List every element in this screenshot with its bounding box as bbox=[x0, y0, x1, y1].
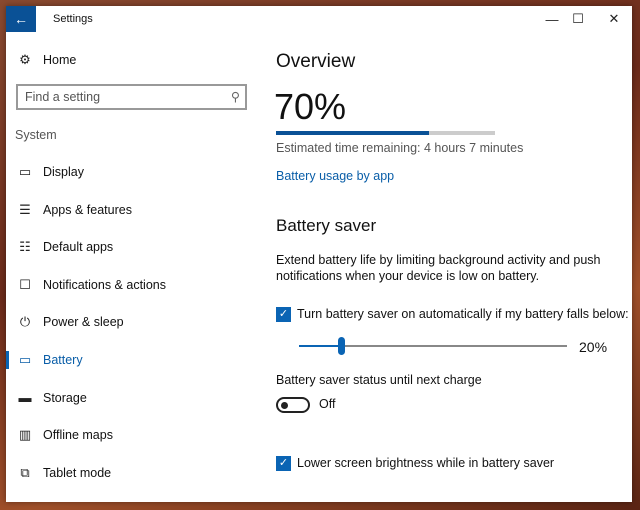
battery-level-bar bbox=[276, 131, 495, 135]
checkmark-icon: ✓ bbox=[278, 457, 289, 469]
list-icon: ☰ bbox=[19, 201, 31, 217]
brightness-checkbox[interactable]: ✓ bbox=[276, 456, 291, 471]
map-icon: ▥ bbox=[18, 427, 32, 443]
settings-window: ← Settings — ☐ ✕ ⚙ Home Find a setting ⚲… bbox=[6, 6, 632, 502]
sidebar-item-notifications-actions[interactable]: ☐ Notifications & actions bbox=[6, 270, 256, 300]
back-button[interactable]: ← bbox=[6, 6, 36, 32]
search-icon: ⚲ bbox=[230, 90, 240, 104]
sidebar-item-label: Power & sleep bbox=[43, 315, 124, 330]
sidebar-item-offline-maps[interactable]: ▥ Offline maps bbox=[6, 420, 256, 450]
sidebar-item-battery[interactable]: ▭ Battery bbox=[6, 345, 256, 375]
sidebar-item-label: Notifications & actions bbox=[43, 277, 166, 292]
section-heading: System bbox=[15, 128, 57, 142]
sidebar-item-label: Apps & features bbox=[43, 202, 132, 217]
brightness-label: Lower screen brightness while in battery… bbox=[297, 456, 555, 470]
power-icon: ⏻ bbox=[19, 314, 31, 330]
sidebar-item-tablet-mode[interactable]: ⧉ Tablet mode bbox=[6, 458, 256, 488]
saver-description-line1: Extend battery life by limiting backgrou… bbox=[276, 253, 601, 267]
time-remaining: Estimated time remaining: 4 hours 7 minu… bbox=[276, 141, 524, 155]
sidebar-item-label: Tablet mode bbox=[43, 465, 112, 480]
default-apps-icon: ☷ bbox=[19, 239, 31, 255]
storage-icon: ▬ bbox=[18, 390, 32, 406]
battery-icon: ▭ bbox=[18, 352, 32, 367]
search-placeholder: Find a setting bbox=[25, 90, 101, 104]
overview-title: Overview bbox=[276, 51, 356, 72]
sidebar-home[interactable]: ⚙ Home bbox=[6, 45, 256, 75]
battery-percent: 70% bbox=[274, 86, 347, 127]
battery-level-fill bbox=[276, 131, 430, 135]
slider-fill bbox=[299, 345, 342, 347]
slider-thumb[interactable] bbox=[338, 337, 346, 355]
sidebar-item-display[interactable]: ▭ Display bbox=[6, 157, 256, 187]
gear-icon: ⚙ bbox=[19, 52, 31, 67]
sidebar-item-default-apps[interactable]: ☷ Default apps bbox=[6, 232, 256, 262]
close-button[interactable]: ✕ bbox=[599, 9, 629, 29]
sidebar-item-label: Storage bbox=[43, 390, 87, 405]
sidebar-item-label: Default apps bbox=[43, 240, 114, 255]
slider-value: 20% bbox=[579, 339, 608, 355]
sidebar-item-apps-features[interactable]: ☰ Apps & features bbox=[6, 195, 256, 225]
message-icon: ☐ bbox=[19, 276, 31, 292]
tablet-icon: ⧉ bbox=[20, 464, 30, 480]
sidebar-item-label: Battery bbox=[43, 353, 83, 367]
sidebar-item-label: Display bbox=[43, 165, 84, 179]
auto-saver-checkbox[interactable]: ✓ bbox=[276, 307, 291, 322]
maximize-button[interactable]: ☐ bbox=[563, 9, 593, 29]
checkmark-icon: ✓ bbox=[278, 308, 289, 320]
monitor-icon: ▭ bbox=[18, 164, 32, 179]
window-title: Settings bbox=[53, 13, 93, 25]
arrow-left-icon: ← bbox=[14, 11, 28, 27]
battery-saver-title: Battery saver bbox=[276, 216, 377, 235]
saver-status-toggle[interactable] bbox=[276, 397, 310, 413]
auto-saver-label: Turn battery saver on automatically if m… bbox=[297, 307, 629, 321]
toggle-state: Off bbox=[319, 397, 336, 411]
status-label: Battery saver status until next charge bbox=[276, 373, 482, 387]
title-bar: ← Settings — ☐ ✕ bbox=[6, 6, 632, 32]
sidebar-item-power-sleep[interactable]: ⏻ Power & sleep bbox=[6, 307, 256, 337]
home-label: Home bbox=[43, 53, 77, 67]
sidebar-item-storage[interactable]: ▬ Storage bbox=[6, 383, 256, 413]
toggle-knob bbox=[281, 402, 288, 409]
search-input[interactable]: Find a setting ⚲ bbox=[16, 84, 247, 110]
threshold-slider[interactable] bbox=[299, 337, 567, 355]
sidebar-item-label: Offline maps bbox=[43, 428, 113, 443]
saver-description-line2: notifications when your device is low on… bbox=[276, 269, 540, 283]
battery-usage-link[interactable]: Battery usage by app bbox=[276, 169, 394, 183]
